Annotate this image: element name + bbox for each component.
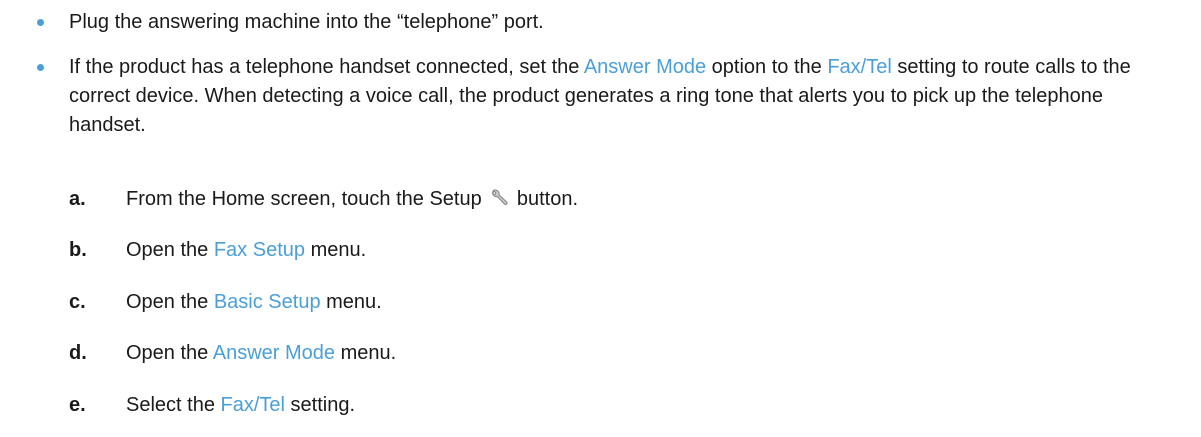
answer-mode-link[interactable]: Answer Mode [213, 342, 335, 364]
text-segment: button. [511, 188, 579, 210]
text-segment: option to the [706, 56, 828, 78]
bullet-text: If the product has a telephone handset c… [69, 53, 1179, 140]
text-segment: menu. [335, 342, 397, 364]
text-segment: setting. [284, 394, 356, 416]
text-segment: Open the [126, 291, 214, 313]
step-letter: a. [69, 188, 86, 210]
step-letter: d. [69, 342, 87, 364]
step-text: Select the Fax/Tel setting. [126, 391, 355, 420]
step-text: Open the Basic Setup menu. [126, 288, 382, 317]
bullet-text: Plug the answering machine into the “tel… [69, 11, 544, 33]
text-segment: menu. [320, 291, 382, 313]
text-segment: Open the [126, 342, 213, 364]
answer-mode-link[interactable]: Answer Mode [584, 56, 706, 78]
text-segment: If the product has a telephone handset c… [69, 56, 584, 78]
text-segment: Select the [126, 394, 221, 416]
step-a: a. From the Home screen, touch the Setup… [0, 185, 1201, 214]
step-b: b. Open the Fax Setup menu. [0, 236, 1201, 265]
text-segment: Open the [126, 239, 214, 261]
wrench-icon [492, 189, 508, 205]
step-text: Open the Answer Mode menu. [126, 339, 396, 368]
step-c: c. Open the Basic Setup menu. [0, 288, 1201, 317]
step-text: From the Home screen, touch the Setup bu… [126, 185, 578, 214]
step-letter: e. [69, 394, 86, 416]
basic-setup-link[interactable]: Basic Setup [214, 291, 321, 313]
text-segment: From the Home screen, touch the Setup [126, 188, 488, 210]
fax-tel-link[interactable]: Fax/Tel [827, 56, 891, 78]
instructions-page: Plug the answering machine into the “tel… [0, 0, 1201, 437]
bullet-dot [37, 19, 44, 26]
step-letter: b. [69, 239, 87, 261]
bullet-dot [37, 64, 44, 71]
step-e: e. Select the Fax/Tel setting. [0, 391, 1201, 420]
fax-tel-link[interactable]: Fax/Tel [221, 394, 285, 416]
fax-setup-link[interactable]: Fax Setup [214, 239, 305, 261]
step-text: Open the Fax Setup menu. [126, 236, 366, 265]
step-letter: c. [69, 291, 86, 313]
text-segment: menu. [305, 239, 367, 261]
step-d: d. Open the Answer Mode menu. [0, 339, 1201, 368]
